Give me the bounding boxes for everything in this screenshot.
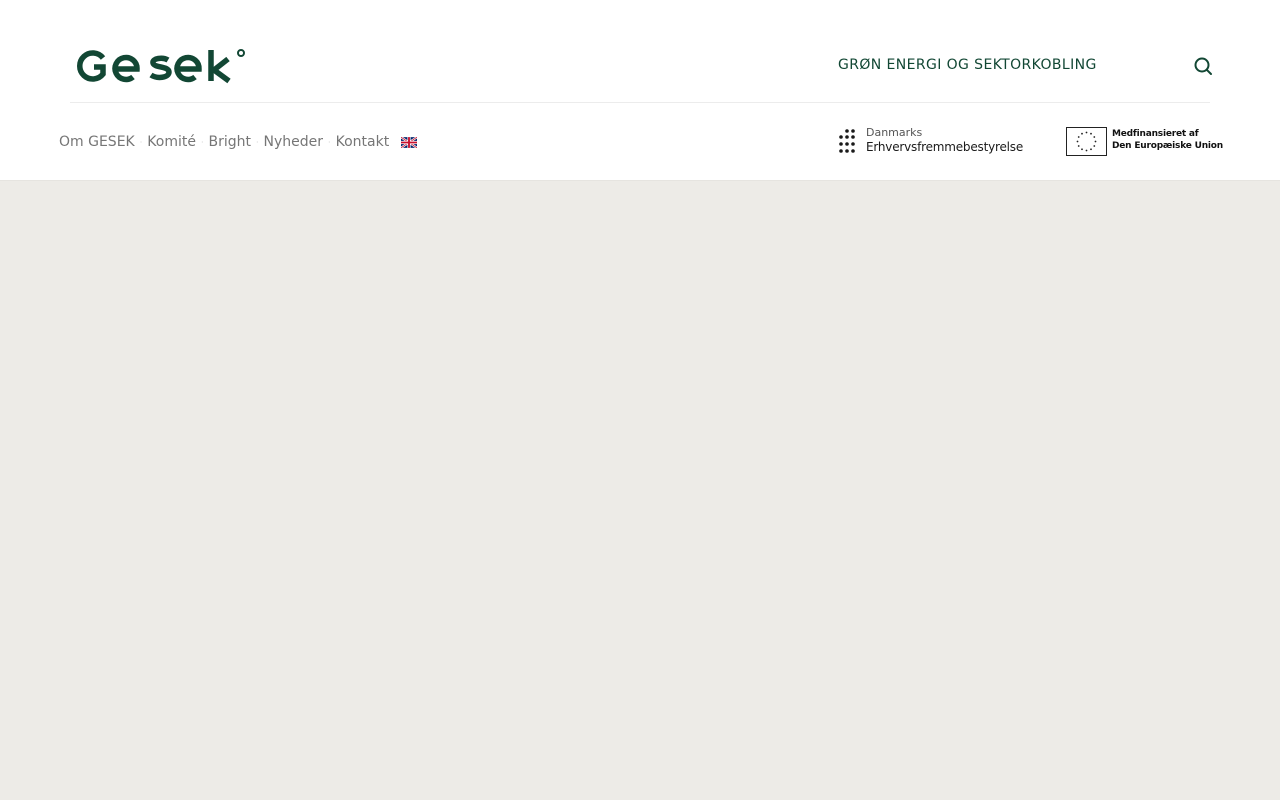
- main-nav: Om GESEK · Komité · Bright · Nyheder · K…: [59, 132, 418, 152]
- nav-separator: ·: [256, 137, 259, 147]
- main-content-area: [0, 182, 1280, 800]
- nav-item-komite[interactable]: Komité: [147, 134, 196, 150]
- erhverv-logo-line2: Erhvervsfremmebestyrelse: [866, 140, 1024, 154]
- nav-separator: ·: [200, 137, 204, 147]
- site-header: GRØN ENERGI OG SEKTORKOBLING Om GESEK · …: [0, 0, 1280, 181]
- nav-item-kontakt[interactable]: Kontakt: [336, 134, 390, 150]
- site-tagline: GRØN ENERGI OG SEKTORKOBLING: [838, 57, 1097, 73]
- header-divider: [70, 102, 1210, 103]
- erhverv-logo-line1: Danmarks: [866, 126, 923, 139]
- uk-flag-icon[interactable]: [401, 136, 418, 148]
- eu-logo-line1: Medfinansieret af: [1112, 129, 1199, 139]
- eu-flag-icon: [1066, 127, 1107, 156]
- nav-item-bright[interactable]: Bright: [209, 134, 252, 150]
- dots-logo-icon: [839, 129, 855, 153]
- eu-logo-line2: Den Europæiske Union: [1112, 141, 1223, 151]
- nav-separator: ·: [328, 137, 331, 147]
- gesek-logo-mark: [77, 49, 245, 84]
- gesek-logo[interactable]: [73, 47, 247, 85]
- nav-item-om-gesek[interactable]: Om GESEK: [59, 134, 135, 150]
- search-icon: [1194, 57, 1212, 75]
- nav-item-nyheder[interactable]: Nyheder: [264, 134, 324, 150]
- nav-separator: ·: [139, 137, 143, 147]
- search-button[interactable]: [1192, 55, 1214, 77]
